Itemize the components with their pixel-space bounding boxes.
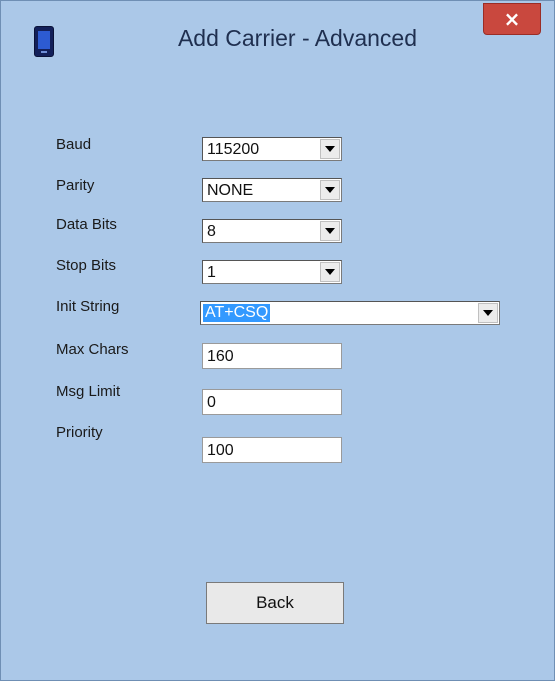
max-chars-field[interactable]: 160 — [202, 343, 342, 369]
init-string-value[interactable]: AT+CSQ — [203, 304, 271, 322]
window-title: Add Carrier - Advanced — [177, 25, 418, 51]
init-string-label: Init String — [56, 298, 120, 315]
chevron-down-icon[interactable] — [320, 180, 340, 200]
msg-limit-value: 0 — [207, 394, 216, 411]
parity-value: NONE — [207, 182, 254, 199]
data-bits-select[interactable]: 8 — [202, 219, 342, 243]
chevron-down-icon[interactable] — [478, 303, 498, 323]
back-button[interactable]: Back — [206, 582, 344, 624]
parity-select[interactable]: NONE — [202, 178, 342, 202]
stop-bits-select[interactable]: 1 — [202, 260, 342, 284]
priority-field[interactable]: 100 — [202, 437, 342, 463]
parity-label: Parity — [56, 177, 95, 194]
stop-bits-value: 1 — [207, 264, 216, 281]
close-icon: × — [503, 7, 521, 31]
data-bits-value: 8 — [207, 223, 216, 240]
title-bar: Add Carrier - Advanced × — [1, 1, 554, 77]
stop-bits-label: Stop Bits — [56, 257, 117, 274]
chevron-down-icon[interactable] — [320, 262, 340, 282]
chevron-down-icon[interactable] — [320, 221, 340, 241]
priority-label: Priority — [56, 424, 103, 441]
close-button[interactable]: × — [483, 3, 541, 35]
baud-label: Baud — [56, 136, 92, 153]
chevron-down-icon[interactable] — [320, 139, 340, 159]
msg-limit-label: Msg Limit — [56, 383, 121, 400]
init-string-combobox[interactable]: AT+CSQ — [200, 301, 500, 325]
baud-select[interactable]: 115200 — [202, 137, 342, 161]
max-chars-value: 160 — [207, 348, 234, 365]
max-chars-label: Max Chars — [56, 341, 129, 358]
priority-value: 100 — [207, 442, 234, 459]
data-bits-label: Data Bits — [56, 216, 117, 233]
msg-limit-field[interactable]: 0 — [202, 389, 342, 415]
baud-value: 115200 — [207, 141, 260, 158]
